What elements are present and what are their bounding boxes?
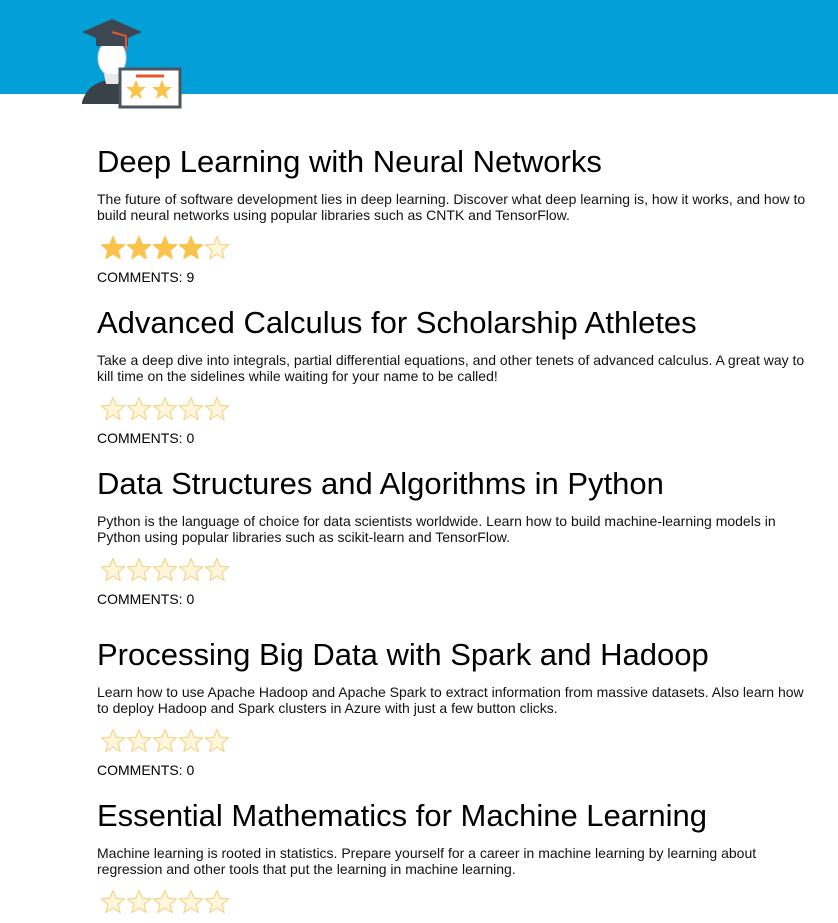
course-title[interactable]: Advanced Calculus for Scholarship Athlet… [97,305,817,341]
course-card: Advanced Calculus for Scholarship Athlet… [97,305,817,446]
course-title[interactable]: Data Structures and Algorithms in Python [97,466,817,502]
star-rating[interactable] [100,889,817,919]
course-title[interactable]: Deep Learning with Neural Networks [97,144,817,180]
course-description: Python is the language of choice for dat… [97,513,776,545]
graduate-certificate-icon[interactable] [78,14,186,110]
star-rating[interactable] [100,235,817,265]
course-card: Essential Mathematics for Machine Learni… [97,798,817,923]
star-icon[interactable] [152,728,178,754]
course-title[interactable]: Processing Big Data with Spark and Hadoo… [97,637,817,673]
star-icon[interactable] [204,235,230,261]
course-card: Processing Big Data with Spark and Hadoo… [97,637,817,778]
course-title[interactable]: Essential Mathematics for Machine Learni… [97,798,817,834]
star-icon[interactable] [204,728,230,754]
star-icon[interactable] [100,557,126,583]
course-description: The future of software development lies … [97,191,806,223]
course-description: Take a deep dive into integrals, partial… [97,352,805,384]
course-description: Learn how to use Apache Hadoop and Apach… [97,684,804,716]
star-icon[interactable] [126,235,152,261]
comments-count: COMMENTS: 0 [97,762,195,778]
star-icon[interactable] [204,889,230,915]
star-icon[interactable] [126,728,152,754]
star-icon[interactable] [100,889,126,915]
star-rating[interactable] [100,396,817,426]
star-icon[interactable] [152,557,178,583]
star-icon[interactable] [152,235,178,261]
star-icon[interactable] [178,235,204,261]
star-icon[interactable] [126,396,152,422]
star-rating[interactable] [100,557,817,587]
star-icon[interactable] [204,557,230,583]
course-card: Deep Learning with Neural Networks The f… [97,144,817,285]
star-icon[interactable] [126,889,152,915]
star-icon[interactable] [100,235,126,261]
star-icon[interactable] [100,728,126,754]
course-card: Data Structures and Algorithms in Python… [97,466,817,607]
comments-count: COMMENTS: 0 [97,591,195,607]
comments-count: COMMENTS: 0 [97,430,195,446]
star-icon[interactable] [152,396,178,422]
star-rating[interactable] [100,728,817,758]
course-description: Machine learning is rooted in statistics… [97,845,757,877]
star-icon[interactable] [152,889,178,915]
star-icon[interactable] [126,557,152,583]
comments-count: COMMENTS: 9 [97,269,195,285]
star-icon[interactable] [178,728,204,754]
star-icon[interactable] [178,396,204,422]
star-icon[interactable] [100,396,126,422]
star-icon[interactable] [204,396,230,422]
star-icon[interactable] [178,889,204,915]
star-icon[interactable] [178,557,204,583]
